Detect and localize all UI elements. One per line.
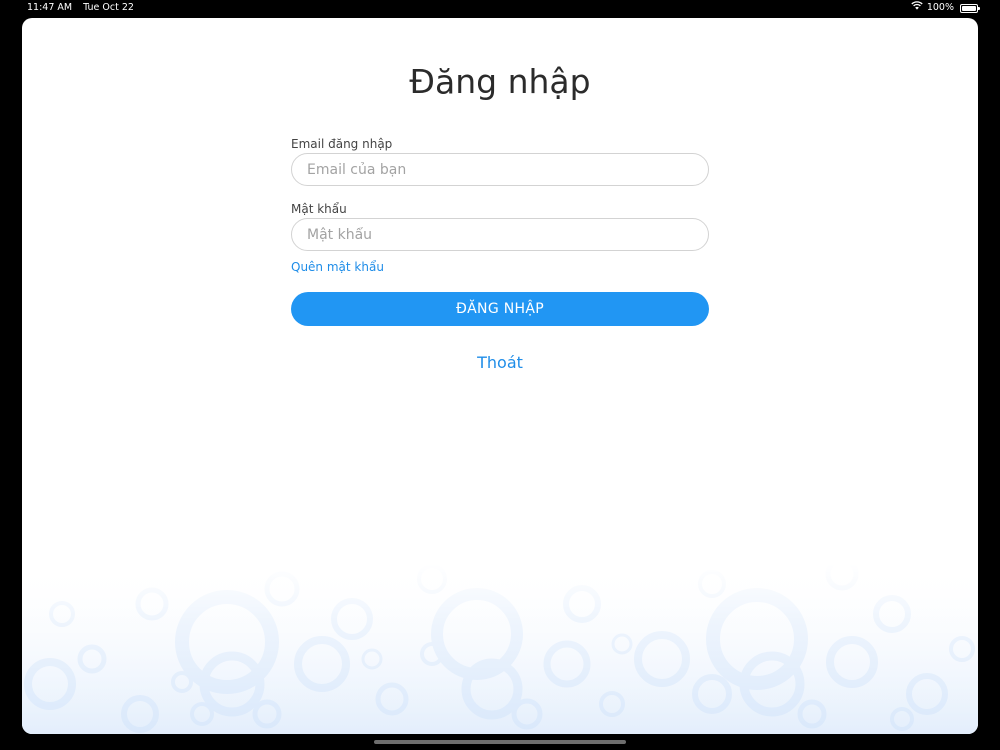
status-time: 11:47 AM <box>27 2 73 13</box>
status-right: 100% <box>911 0 980 16</box>
password-field[interactable] <box>291 218 709 251</box>
email-label: Email đăng nhập <box>291 137 393 151</box>
forgot-password-link[interactable]: Quên mật khẩu <box>291 260 384 274</box>
status-bar: 11:47 AM Tue Oct 22 100% <box>0 0 1000 16</box>
battery-fill <box>962 5 976 11</box>
status-date: Tue Oct 22 <box>83 2 134 13</box>
home-indicator[interactable] <box>374 740 626 744</box>
exit-link[interactable]: Thoát <box>440 353 560 372</box>
login-form: Email đăng nhập Mật khẩu Quên mật khẩu Đ… <box>291 136 709 372</box>
wifi-icon <box>911 0 923 16</box>
email-field[interactable] <box>291 153 709 186</box>
page-title: Đăng nhập <box>409 62 591 101</box>
background-bubble-pattern <box>22 564 978 734</box>
password-label: Mật khẩu <box>291 202 347 216</box>
status-left: 11:47 AM Tue Oct 22 <box>27 0 142 16</box>
login-button[interactable]: ĐĂNG NHẬP <box>291 292 709 326</box>
battery-percent: 100% <box>926 2 954 13</box>
battery-icon <box>960 3 980 13</box>
login-sheet: Đăng nhập Email đăng nhập Mật khẩu Quên … <box>22 18 978 734</box>
